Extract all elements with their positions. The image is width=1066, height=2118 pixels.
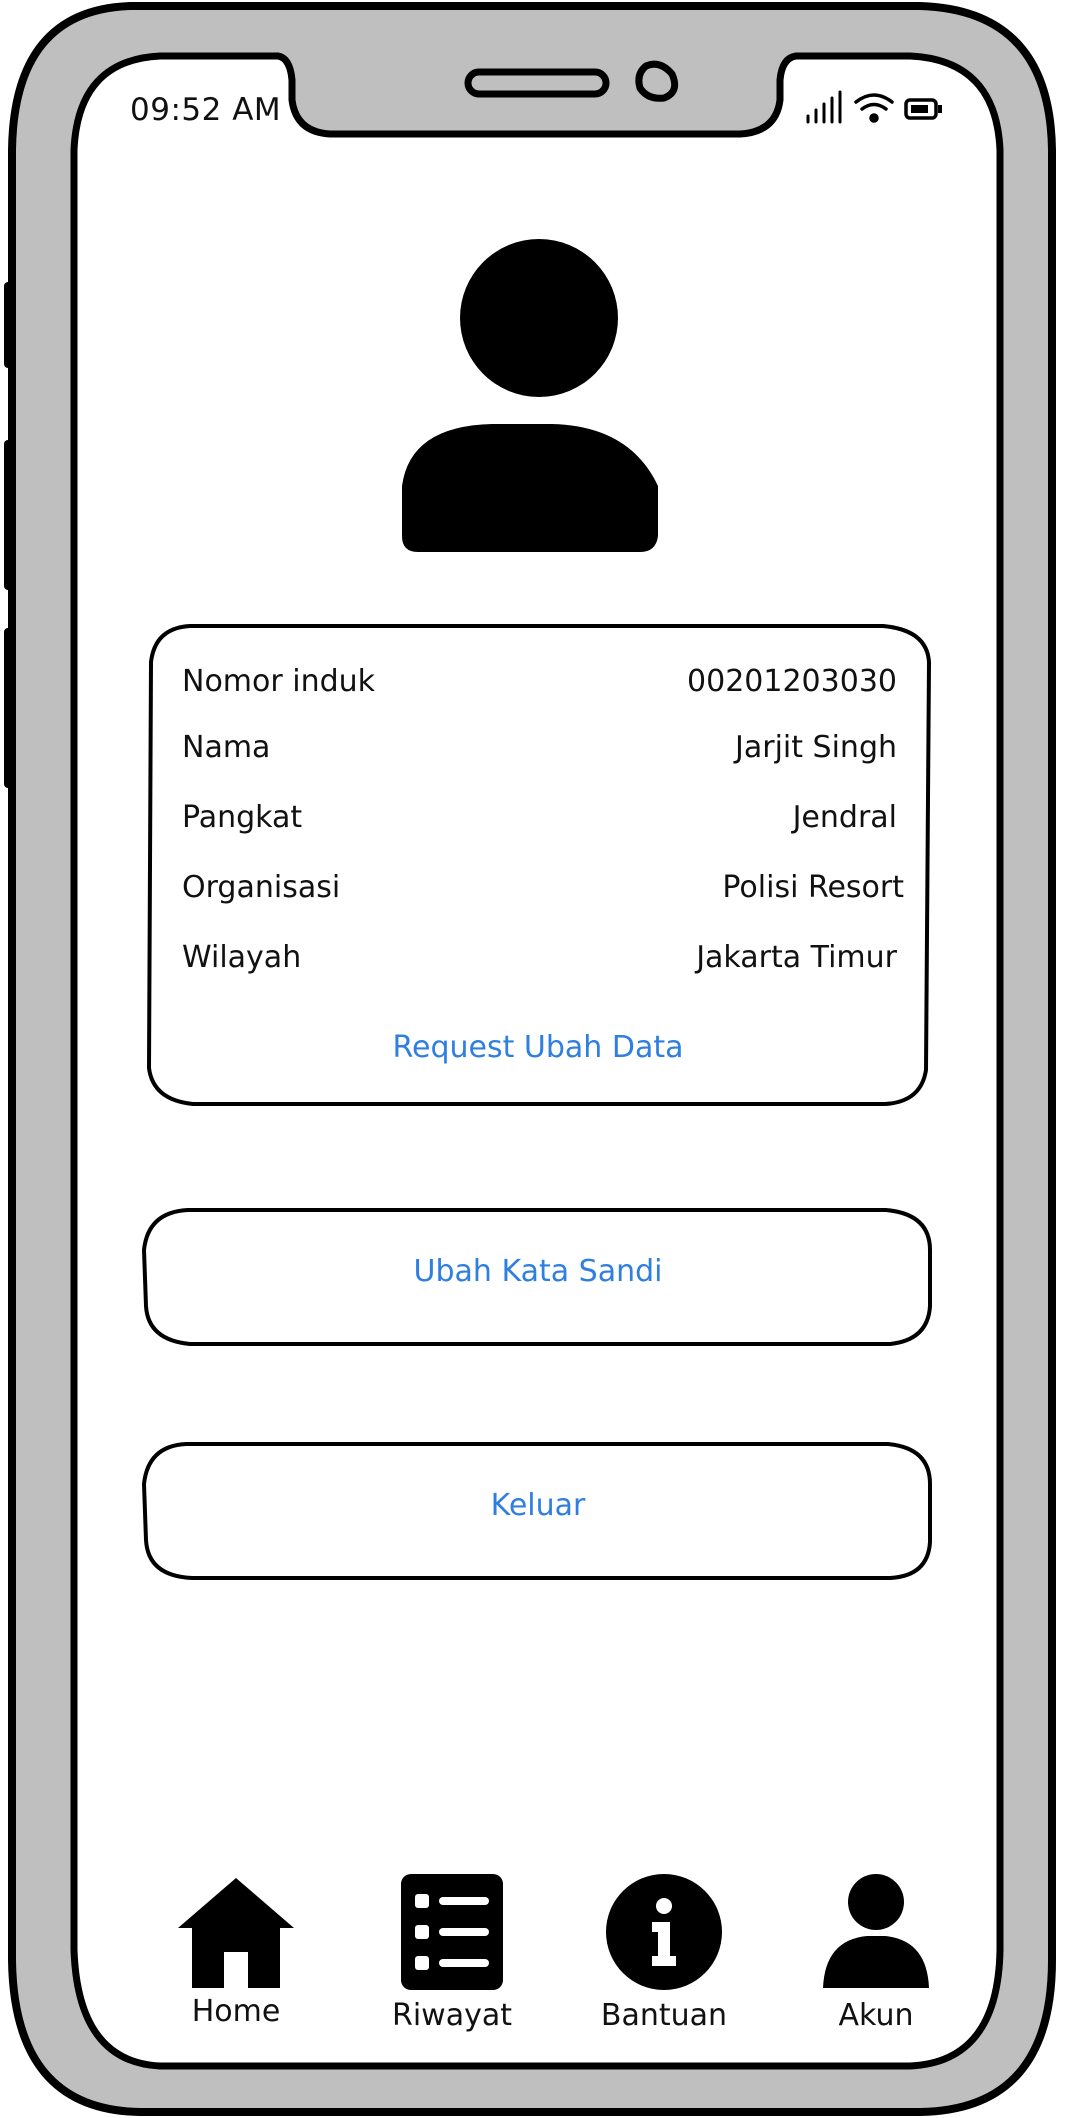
profile-label: Nama [182,730,271,765]
status-icons [806,90,942,124]
profile-label: Nomor induk [182,664,376,699]
change-password-button[interactable]: Ubah Kata Sandi [142,1206,934,1348]
nav-item-home[interactable]: Home [156,1872,316,2042]
profile-value: Polisi Resort [722,870,904,905]
nav-label: Home [191,1994,281,2029]
profile-row-organisasi: Organisasi Polisi Resort [182,870,904,914]
nav-item-bantuan[interactable]: Bantuan [584,1872,744,2042]
signal-icon [806,90,842,124]
nav-item-riwayat[interactable]: Riwayat [372,1872,532,2042]
battery-icon [904,98,942,120]
nav-label: Riwayat [392,1998,512,2033]
profile-label: Wilayah [182,940,302,975]
avatar [402,239,658,552]
status-time: 09:52 AM [130,92,282,128]
nav-label: Bantuan [600,1998,728,2033]
profile-value: Jakarta Timur [696,940,897,975]
profile-row-nama: Nama Jarjit Singh [182,730,897,774]
profile-label: Organisasi [182,870,341,905]
logout-button[interactable]: Keluar [142,1440,934,1582]
nav-label: Akun [838,1998,914,2033]
profile-value: Jendral [792,800,897,835]
profile-value: Jarjit Singh [735,730,897,765]
profile-label: Pangkat [182,800,303,835]
request-change-data-link[interactable]: Request Ubah Data [145,1030,931,1065]
list-icon [401,1874,503,1990]
profile-row-wilayah: Wilayah Jakarta Timur [182,940,897,984]
logout-label: Keluar [490,1488,586,1523]
profile-row-pangkat: Pangkat Jendral [182,800,897,844]
profile-row-nomor-induk: Nomor induk 00201203030 [182,664,897,708]
change-password-label: Ubah Kata Sandi [413,1254,663,1289]
profile-value: 00201203030 [687,664,897,699]
user-icon [823,1874,929,1988]
info-icon [606,1874,722,1990]
home-icon [178,1878,294,1988]
nav-item-akun[interactable]: Akun [796,1872,956,2042]
wifi-icon [854,93,894,123]
